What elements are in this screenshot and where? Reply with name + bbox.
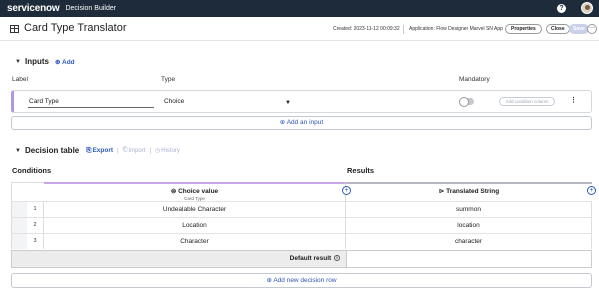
row-handle[interactable] (11, 234, 27, 249)
application-label: Application: Flow Designer Marvel SN App (409, 26, 503, 32)
table-icon (10, 25, 19, 33)
page-header: Card Type Translator Created: 2023-11-12… (0, 17, 599, 41)
add-result-column-icon[interactable]: + (587, 186, 596, 195)
conditions-label: Conditions (12, 166, 52, 175)
type-column-header: Type (161, 76, 176, 83)
table-row[interactable]: 1 Undealable Character summon (11, 201, 592, 217)
result-column-title: Translated String (446, 188, 500, 195)
mandatory-column-header: Mandatory (459, 76, 490, 83)
kebab-menu-icon[interactable]: ⋮ (570, 96, 577, 104)
divider: | (149, 147, 151, 154)
translated-string-cell[interactable]: location (346, 218, 592, 233)
inputs-title: Inputs (25, 57, 49, 66)
top-navbar: servicenow Decision Builder ? (0, 0, 599, 17)
table-corner (11, 182, 44, 201)
inputs-section-header: ▼ Inputs ⊕ Add (15, 57, 75, 66)
add-input-link[interactable]: ⊕ Add (55, 58, 75, 66)
created-timestamp: Created: 2023-11-12 00:09:32 (333, 26, 400, 32)
choice-value-cell[interactable]: Undealable Character (44, 202, 346, 217)
table-row[interactable]: 2 Location location (11, 217, 592, 233)
row-handle[interactable] (11, 218, 27, 233)
default-result-label-cell: Default result i (12, 251, 347, 267)
add-condition-column-icon[interactable]: + (342, 186, 351, 195)
close-button[interactable]: Close (546, 24, 570, 34)
divider (403, 25, 404, 34)
add-an-input-button[interactable]: ⊕ Add an input (11, 116, 592, 130)
import-link[interactable]: Import (128, 148, 145, 154)
choice-value-cell[interactable]: Character (44, 234, 346, 249)
results-label: Results (347, 166, 375, 175)
decision-table-title: Decision table (25, 146, 80, 155)
row-number: 1 (27, 202, 44, 217)
app-name: Decision Builder (65, 5, 117, 12)
mandatory-toggle[interactable] (459, 97, 474, 107)
import-icon: ⎗ (122, 147, 128, 153)
caret-down-icon: ▼ (285, 100, 291, 106)
choice-column-title: Choice value (178, 188, 219, 195)
default-result-row: Default result i (11, 250, 592, 268)
help-icon[interactable]: ? (557, 4, 566, 13)
chevron-down-icon[interactable]: ▼ (15, 148, 25, 154)
row-handle[interactable] (11, 202, 27, 217)
chevron-down-icon[interactable]: ▼ (15, 59, 25, 65)
save-button[interactable]: Save (569, 24, 589, 34)
more-options-button[interactable]: ··· (587, 24, 597, 34)
info-icon[interactable]: i (334, 255, 340, 262)
add-new-decision-row-button[interactable]: ⊕ Add new decision row (11, 273, 592, 288)
input-type-value: Choice (164, 98, 185, 105)
default-result-label: Default result (289, 255, 332, 262)
user-avatar[interactable] (581, 2, 593, 14)
export-icon[interactable]: ⎘ (86, 147, 91, 155)
servicenow-logo[interactable]: servicenow (7, 3, 60, 14)
decision-table-header: ▼ Decision table ⎘ Export | ⎗ Import | ◷… (15, 146, 180, 155)
input-type-select[interactable]: Choice ▼ (164, 97, 291, 108)
properties-button[interactable]: Properties (505, 24, 542, 34)
label-column-header: Label (12, 76, 28, 83)
translated-string-cell[interactable]: summon (346, 202, 592, 217)
translated-string-column-header[interactable]: ⊳ Translated String (346, 182, 592, 201)
history-icon: ◷ (155, 148, 161, 154)
divider: | (117, 147, 119, 154)
result-icon: ⊳ (438, 188, 445, 195)
history-link[interactable]: History (161, 148, 180, 154)
translated-string-cell[interactable]: character (346, 234, 592, 249)
page-title: Card Type Translator (24, 22, 127, 34)
row-number: 2 (27, 218, 44, 233)
add-condition-column-button[interactable]: Add condition column (499, 97, 555, 106)
row-number: 3 (27, 234, 44, 249)
table-row[interactable]: 3 Character character (11, 233, 592, 249)
choice-value-column-header[interactable]: ⊜ Choice value Card Type (44, 182, 346, 201)
input-row: Card Type Choice ▼ Add condition column … (11, 90, 592, 113)
choice-value-cell[interactable]: Location (44, 218, 346, 233)
condition-icon: ⊜ (170, 188, 177, 195)
export-link[interactable]: Export (92, 147, 113, 154)
input-label-field[interactable]: Card Type (28, 97, 154, 108)
